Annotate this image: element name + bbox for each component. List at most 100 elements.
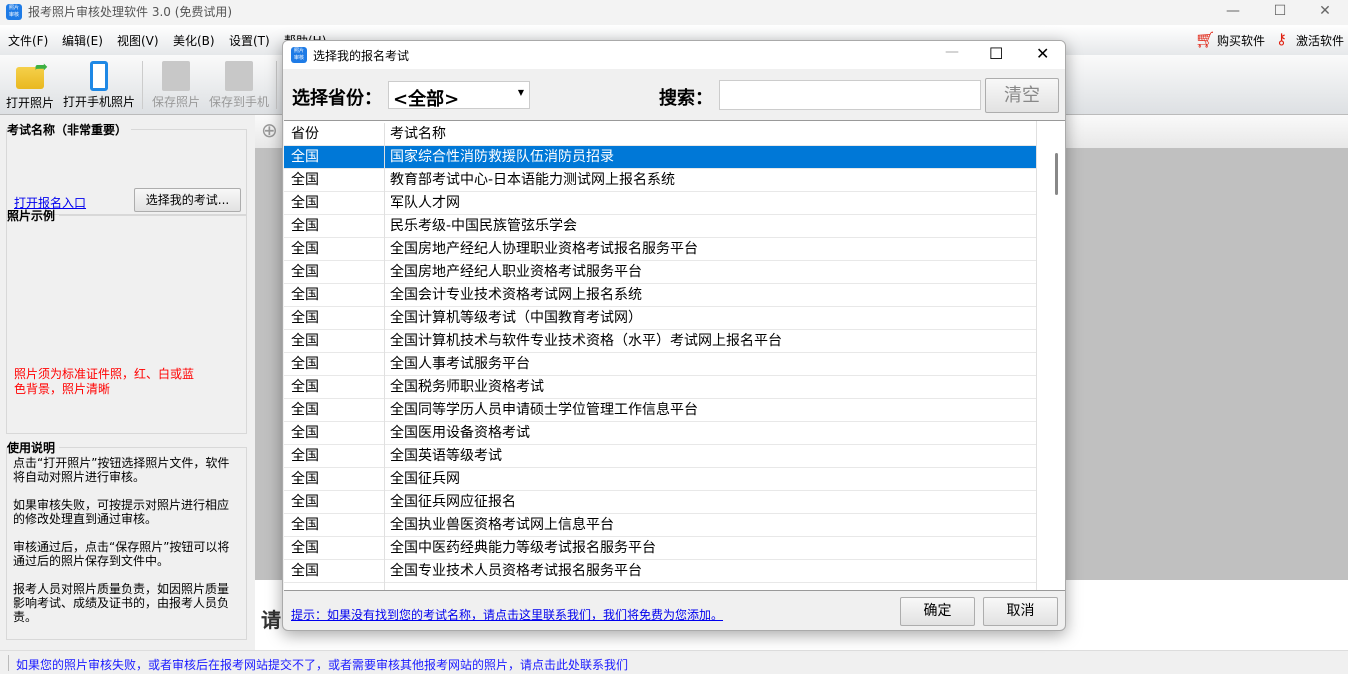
list-item[interactable]: 全国 教育部考试中心-日本语能力测试网上报名系统 bbox=[284, 169, 1036, 192]
column-separator bbox=[384, 583, 385, 590]
contact-us-link[interactable]: 如果您的照片审核失败，或者审核后在报考网站提交不了，或者需要审核其他报考网站的照… bbox=[16, 656, 628, 673]
column-separator bbox=[384, 192, 385, 215]
save-to-phone-label: 保存到手机 bbox=[208, 95, 269, 109]
list-item[interactable]: 全国 全国中医药经典能力等级考试报名服务平台 bbox=[284, 537, 1036, 560]
toolbar-divider bbox=[276, 61, 277, 109]
column-separator bbox=[384, 215, 385, 238]
exam-name-cell: 军队人才网 bbox=[390, 195, 460, 211]
add-exam-hint-link[interactable]: 提示：如果没有找到您的考试名称，请点击这里联系我们，我们将免费为您添加。 bbox=[291, 606, 723, 623]
list-item[interactable]: 全国 军队人才网 bbox=[284, 192, 1036, 215]
list-item[interactable]: 全国 全国同等学历人员申请硕士学位管理工作信息平台 bbox=[284, 399, 1036, 422]
province-cell: 全国 bbox=[291, 402, 319, 418]
column-separator bbox=[384, 238, 385, 261]
column-separator bbox=[384, 284, 385, 307]
list-item[interactable]: 全国 全国税务师职业资格考试 bbox=[284, 376, 1036, 399]
clear-button[interactable]: 清空 bbox=[985, 78, 1059, 113]
exam-name-cell: 民乐考级-中国民族管弦乐学会 bbox=[390, 218, 578, 234]
list-item[interactable]: 全国 民乐考级-中国民族管弦乐学会 bbox=[284, 215, 1036, 238]
scrollbar[interactable] bbox=[1048, 121, 1065, 590]
exam-name-cell: 教育部考试中心-日本语能力测试网上报名系统 bbox=[390, 172, 676, 188]
province-cell: 全国 bbox=[291, 310, 319, 326]
menu-view[interactable]: 视图(V) bbox=[117, 32, 159, 49]
column-separator bbox=[384, 261, 385, 284]
search-input[interactable] bbox=[719, 80, 981, 110]
province-cell: 全国 bbox=[291, 264, 319, 280]
list-item[interactable]: 全国 全国征兵网应征报名 bbox=[284, 491, 1036, 514]
open-phone-photo-button[interactable]: 打开手机照片 bbox=[62, 55, 136, 115]
list-item[interactable]: 全国 全国征兵网 bbox=[284, 468, 1036, 491]
dialog-close-button[interactable]: ✕ bbox=[1036, 44, 1049, 63]
list-item[interactable]: 全国 全国执业兽医资格考试网上信息平台 bbox=[284, 514, 1036, 537]
exam-name-cell: 全国税务师职业资格考试 bbox=[390, 379, 544, 395]
list-item[interactable]: 全国 国家综合性消防救援队伍消防员招录 bbox=[284, 146, 1036, 169]
column-separator bbox=[384, 399, 385, 422]
province-cell: 全国 bbox=[291, 540, 319, 556]
exam-name-cell: 全国计算机等级考试（中国教育考试网） bbox=[390, 310, 642, 326]
exam-name-cell: 全国会计专业技术资格考试网上报名系统 bbox=[390, 287, 642, 303]
minimize-button[interactable]: — bbox=[1210, 0, 1256, 25]
list-item[interactable]: 全国 全国会计专业技术资格考试网上报名系统 bbox=[284, 284, 1036, 307]
list-item[interactable]: 全国 全国医用设备资格考试 bbox=[284, 422, 1036, 445]
column-header-exam-name[interactable]: 考试名称 bbox=[390, 123, 446, 145]
menu-file[interactable]: 文件(F) bbox=[8, 32, 48, 49]
phone-icon bbox=[90, 61, 108, 91]
ok-button[interactable]: 确定 bbox=[900, 597, 975, 626]
column-separator bbox=[384, 537, 385, 560]
menu-edit[interactable]: 编辑(E) bbox=[62, 32, 103, 49]
province-cell: 全国 bbox=[291, 379, 319, 395]
list-item[interactable]: 全国 全国计算机等级考试（中国教育考试网） bbox=[284, 307, 1036, 330]
exam-name-cell: 全国执业兽医资格考试网上信息平台 bbox=[390, 517, 614, 533]
dialog-maximize-button[interactable]: ☐ bbox=[989, 44, 1003, 63]
search-label: 搜索： bbox=[659, 88, 713, 109]
exam-name-cell: 全国征兵网应征报名 bbox=[390, 494, 516, 510]
province-cell: 全国 bbox=[291, 149, 319, 165]
open-photo-button[interactable]: ➦ 打开照片 bbox=[2, 55, 58, 115]
key-icon: ⚷ bbox=[1276, 30, 1287, 48]
column-separator bbox=[384, 514, 385, 537]
province-value: <全部> bbox=[393, 89, 460, 110]
zoom-in-icon[interactable]: ⊕ bbox=[261, 118, 278, 142]
column-separator bbox=[384, 376, 385, 399]
column-separator bbox=[384, 422, 385, 445]
province-cell: 全国 bbox=[291, 563, 319, 579]
province-cell: 全国 bbox=[291, 333, 319, 349]
save-to-phone-button[interactable]: 保存到手机 bbox=[207, 55, 271, 115]
province-cell: 全国 bbox=[291, 218, 319, 234]
buy-software-link[interactable]: 购买软件 bbox=[1217, 32, 1265, 49]
list-item[interactable]: 全国 全国英语等级考试 bbox=[284, 445, 1036, 468]
left-panel: 考试名称（非常重要） 打开报名入口 选择我的考试... 照片示例 照片须为标准证… bbox=[0, 115, 255, 650]
province-cell: 全国 bbox=[291, 356, 319, 372]
toolbar-divider bbox=[142, 61, 143, 109]
list-item[interactable]: 全国 全国专业技术人员资格考试报名服务平台 bbox=[284, 560, 1036, 583]
province-cell: 全国 bbox=[291, 195, 319, 211]
activate-software-link[interactable]: 激活软件 bbox=[1296, 32, 1344, 49]
column-separator bbox=[384, 123, 385, 146]
list-right-border bbox=[1036, 121, 1037, 590]
province-cell: 全国 bbox=[291, 172, 319, 188]
menu-beautify[interactable]: 美化(B) bbox=[173, 32, 215, 49]
usage-paragraph: 点击“打开照片”按钮选择照片文件，软件将自动对照片进行审核。 bbox=[13, 456, 230, 484]
province-select[interactable]: <全部> ▼ bbox=[388, 81, 530, 110]
usage-paragraph: 如果审核失败，可按提示对照片进行相应的修改处理直到通过审核。 bbox=[13, 498, 230, 526]
menu-settings[interactable]: 设置(T) bbox=[229, 32, 270, 49]
exam-name-cell: 全国房地产经纪人协理职业资格考试报名服务平台 bbox=[390, 241, 698, 257]
dialog-minimize-button[interactable]: — bbox=[945, 44, 959, 60]
province-cell: 全国 bbox=[291, 241, 319, 257]
exam-name-cell: 全国征兵网 bbox=[390, 471, 460, 487]
column-header-province[interactable]: 省份 bbox=[291, 123, 319, 145]
column-separator bbox=[384, 330, 385, 353]
list-item[interactable]: 全国 全国房地产经纪人协理职业资格考试报名服务平台 bbox=[284, 238, 1036, 261]
list-item[interactable]: 全国 全国房地产经纪人职业资格考试服务平台 bbox=[284, 261, 1036, 284]
list-item-partial[interactable] bbox=[284, 583, 1036, 590]
province-cell: 全国 bbox=[291, 287, 319, 303]
scrollbar-thumb[interactable] bbox=[1055, 153, 1058, 195]
cancel-button[interactable]: 取消 bbox=[983, 597, 1058, 626]
list-item[interactable]: 全国 全国人事考试服务平台 bbox=[284, 353, 1036, 376]
result-prompt: 请 bbox=[261, 608, 281, 632]
close-button[interactable]: ✕ bbox=[1302, 0, 1348, 25]
list-item[interactable]: 全国 全国计算机技术与软件专业技术资格（水平）考试网上报名平台 bbox=[284, 330, 1036, 353]
save-photo-button[interactable]: 保存照片 bbox=[148, 55, 204, 115]
select-exam-dialog: 照片 审核 选择我的报名考试 — ☐ ✕ 选择省份： <全部> ▼ 搜索： 清空 … bbox=[282, 40, 1066, 631]
column-separator bbox=[384, 169, 385, 192]
maximize-button[interactable]: ☐ bbox=[1257, 0, 1303, 25]
